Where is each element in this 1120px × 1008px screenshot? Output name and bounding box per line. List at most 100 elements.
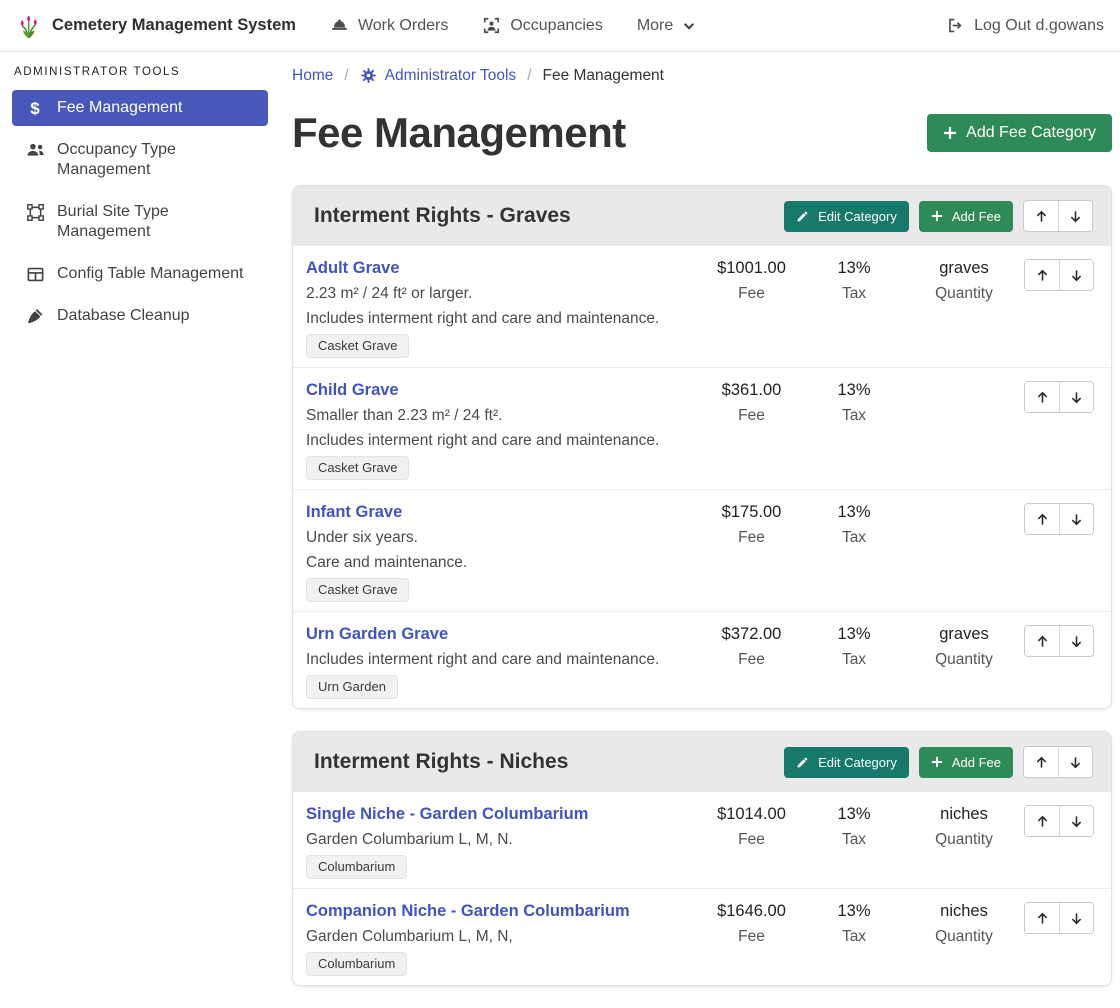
tax-metric: 13% Tax [804,381,904,425]
main-content: Home / Administrator Tool [280,52,1120,1008]
tulips-logo-icon [16,12,42,40]
fee-label: Fee [699,928,804,946]
fee-name-link[interactable]: Adult Grave [306,259,400,278]
fee-reorder-group [1024,902,1094,934]
fee-row: Adult Grave 2.23 m² / 24 ft² or larger. … [293,246,1111,367]
fee-reorder-group [1024,805,1094,837]
move-fee-up-button[interactable] [1025,626,1059,656]
fee-name-link[interactable]: Infant Grave [306,503,402,522]
move-fee-up-button[interactable] [1025,260,1059,290]
quantity-label: Quantity [904,285,1024,303]
tax-label: Tax [804,529,904,547]
sidebar-item-occupancy-type-management[interactable]: Occupancy Type Management [12,132,268,188]
move-fee-up-button[interactable] [1025,806,1059,836]
breadcrumb-label: Administrator Tools [385,66,517,85]
move-fee-up-button[interactable] [1025,504,1059,534]
fee-description: Garden Columbarium L, M, N, [306,928,691,946]
arrow-up-icon [1034,755,1049,770]
move-fee-up-button[interactable] [1025,903,1059,933]
nav-item-more[interactable]: More [637,17,696,35]
tax-metric: 13% Tax [804,805,904,849]
sidebar-item-database-cleanup[interactable]: Database Cleanup [12,298,268,334]
move-category-up-button[interactable] [1024,747,1058,777]
arrow-up-icon [1035,512,1050,527]
pencil-icon [796,210,809,223]
tax-metric: 13% Tax [804,503,904,547]
tax-value: 13% [804,902,904,921]
tax-value: 13% [804,381,904,400]
fee-name-link[interactable]: Urn Garden Grave [306,625,448,644]
fee-category-card-graves: Interment Rights - Graves Edit Category [292,185,1112,709]
fee-metric: $1014.00 Fee [699,805,804,849]
add-fee-button[interactable]: Add Fee [919,201,1013,232]
quantity-label: Quantity [904,651,1024,669]
quantity-metric: niches Quantity [904,805,1024,849]
move-category-down-button[interactable] [1058,747,1092,777]
fee-reorder-group [1024,381,1094,413]
edit-category-button[interactable]: Edit Category [784,201,909,232]
logout-button[interactable]: Log Out d.gowans [946,16,1104,35]
fee-label: Fee [699,831,804,849]
fee-tag: Columbarium [306,952,407,976]
dollar-icon: $ [24,99,46,118]
logout-icon [946,16,965,35]
quantity-metric: graves Quantity [904,259,1024,303]
tax-label: Tax [804,285,904,303]
add-fee-category-button[interactable]: Add Fee Category [927,114,1112,152]
fee-description: Smaller than 2.23 m² / 24 ft². [306,407,691,425]
tax-label: Tax [804,928,904,946]
edit-category-label: Edit Category [818,209,897,224]
move-fee-down-button[interactable] [1059,382,1093,412]
arrow-up-icon [1034,209,1049,224]
move-category-down-button[interactable] [1058,201,1092,231]
fee-metric: $372.00 Fee [699,625,804,669]
fee-tag: Casket Grave [306,334,409,358]
move-fee-up-button[interactable] [1025,382,1059,412]
move-fee-down-button[interactable] [1059,260,1093,290]
nav-item-work-orders[interactable]: Work Orders [330,16,448,35]
fee-name-link[interactable]: Single Niche - Garden Columbarium [306,805,588,824]
breadcrumb-home-link[interactable]: Home [292,66,333,85]
tax-metric: 13% Tax [804,259,904,303]
arrow-up-icon [1035,268,1050,283]
move-fee-down-button[interactable] [1059,626,1093,656]
chevron-down-icon [682,19,696,33]
arrow-down-icon [1069,634,1084,649]
fee-metric: $1001.00 Fee [699,259,804,303]
brand[interactable]: Cemetery Management System [16,12,296,40]
sidebar-item-config-table-management[interactable]: Config Table Management [12,256,268,292]
add-fee-button[interactable]: Add Fee [919,747,1013,778]
arrow-up-icon [1035,634,1050,649]
add-fee-label: Add Fee [952,755,1001,770]
move-fee-down-button[interactable] [1059,806,1093,836]
pencil-icon [796,756,809,769]
logout-label: Log Out d.gowans [974,17,1104,35]
plus-icon [931,210,943,222]
fee-description: Includes interment right and care and ma… [306,310,691,328]
move-category-up-button[interactable] [1024,201,1058,231]
sidebar-item-label: Occupancy Type Management [57,140,256,180]
plus-icon [931,756,943,768]
table-icon [24,265,46,284]
tax-label: Tax [804,651,904,669]
tax-value: 13% [804,503,904,522]
sidebar-item-fee-management[interactable]: $ Fee Management [12,90,268,126]
fee-name-link[interactable]: Child Grave [306,381,399,400]
nav-item-label: Work Orders [358,17,448,35]
quantity-label: Quantity [904,831,1024,849]
fee-name-link[interactable]: Companion Niche - Garden Columbarium [306,902,630,921]
arrow-down-icon [1068,209,1083,224]
category-reorder-group [1023,746,1093,778]
fee-description: Care and maintenance. [306,554,691,572]
move-fee-down-button[interactable] [1059,903,1093,933]
sidebar-item-label: Database Cleanup [57,306,190,326]
sidebar-item-burial-site-type-management[interactable]: Burial Site Type Management [12,194,268,250]
fee-value: $1001.00 [699,259,804,278]
arrow-down-icon [1069,390,1084,405]
nav-item-occupancies[interactable]: Occupancies [482,16,603,35]
edit-category-button[interactable]: Edit Category [784,747,909,778]
breadcrumb-separator: / [344,66,348,85]
breadcrumb-admin-tools-link[interactable]: Administrator Tools [360,66,517,85]
move-fee-down-button[interactable] [1059,504,1093,534]
sidebar: ADMINISTRATOR TOOLS $ Fee Management Occ… [0,52,280,340]
